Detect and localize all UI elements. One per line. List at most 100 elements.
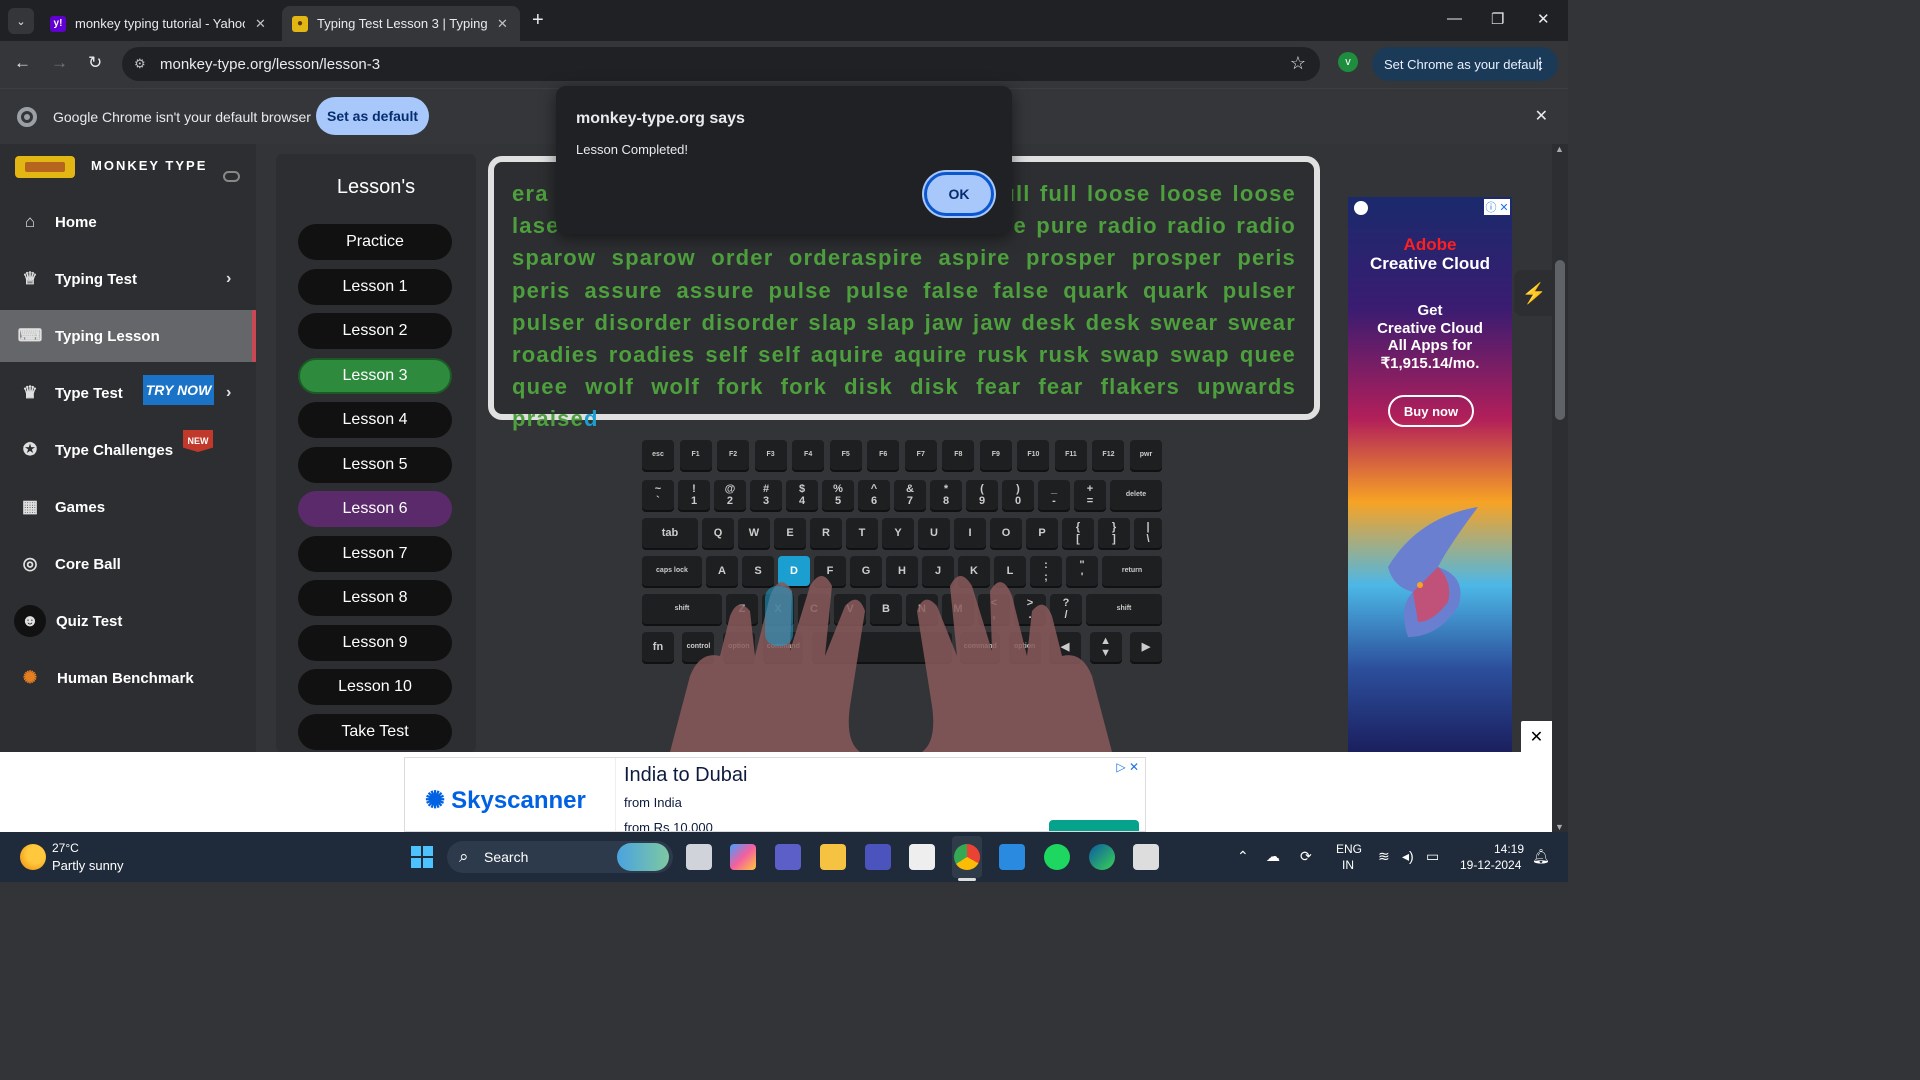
text-line-1-start: era bbox=[512, 181, 549, 206]
monkey-logo[interactable] bbox=[15, 156, 75, 178]
start-button[interactable] bbox=[411, 846, 433, 868]
key-@-2: @ 2 bbox=[714, 480, 746, 510]
search-highlight-image bbox=[617, 843, 669, 871]
profile-avatar[interactable]: v bbox=[1338, 52, 1358, 72]
sidebar-item-human-benchmark[interactable]: ✺ Human Benchmark bbox=[0, 652, 256, 704]
sync-icon[interactable]: ⟳ bbox=[1300, 848, 1312, 865]
key-▶: ▶ bbox=[1130, 632, 1162, 662]
lesson-4-button[interactable]: Lesson 4 bbox=[298, 402, 452, 438]
forward-button[interactable]: → bbox=[51, 53, 68, 73]
ad-cta-button[interactable] bbox=[1049, 820, 1139, 831]
lesson-6-button[interactable]: Lesson 6 bbox=[298, 491, 452, 527]
lesson-9-button[interactable]: Lesson 9 bbox=[298, 625, 452, 661]
address-bar[interactable]: ⚙ monkey-type.org/lesson/lesson-3 ☆ bbox=[122, 47, 1320, 81]
sidebar-item-core-ball[interactable]: ◎ Core Ball bbox=[0, 538, 256, 590]
scroll-up-icon[interactable]: ▲ bbox=[1555, 144, 1564, 154]
page-scrollbar[interactable]: ▲ ▼ bbox=[1552, 144, 1568, 832]
key-#-3: # 3 bbox=[750, 480, 782, 510]
sidebar-item-label: Typing Lesson bbox=[55, 327, 160, 345]
copilot-icon[interactable] bbox=[730, 844, 756, 870]
tab-yahoo[interactable]: y! monkey typing tutorial - Yahoo ✕ bbox=[40, 6, 276, 41]
key-P: P bbox=[1026, 518, 1058, 548]
key-O: O bbox=[990, 518, 1022, 548]
sidebar-item-type-test[interactable]: ♛ Type Test TRY NOW › bbox=[0, 367, 256, 419]
maximize-button[interactable]: ❐ bbox=[1491, 10, 1504, 28]
teams-icon[interactable] bbox=[775, 844, 801, 870]
scroll-down-icon[interactable]: ▼ bbox=[1555, 822, 1564, 832]
tray-overflow-icon[interactable]: ⌃ bbox=[1237, 848, 1249, 865]
tab-typing-lesson[interactable]: ● Typing Test Lesson 3 | Typing Te ✕ bbox=[282, 6, 520, 41]
key-_--: _ - bbox=[1038, 480, 1070, 510]
chrome-taskbar-icon[interactable] bbox=[954, 844, 980, 870]
infobar-close-icon[interactable]: ✕ bbox=[1535, 106, 1548, 126]
ad-buy-now-button[interactable]: Buy now bbox=[1388, 395, 1474, 427]
store-icon[interactable] bbox=[909, 844, 935, 870]
wifi-icon[interactable]: ≋ bbox=[1378, 848, 1390, 865]
reload-button[interactable]: ↻ bbox=[88, 53, 102, 73]
sidebar-item-typing-test[interactable]: ♕ Typing Test › bbox=[0, 253, 256, 305]
set-as-default-button[interactable]: Set as default bbox=[316, 97, 429, 135]
sidebar-item-games[interactable]: ▦ Games bbox=[0, 481, 256, 533]
close-icon[interactable]: ✕ bbox=[255, 16, 266, 32]
take-test-button[interactable]: Take Test bbox=[298, 714, 452, 750]
theme-toggle-icon[interactable] bbox=[223, 171, 240, 182]
taskbar-search[interactable]: ⌕ Search bbox=[447, 841, 673, 873]
app-icon[interactable] bbox=[865, 844, 891, 870]
spotify-icon[interactable] bbox=[1044, 844, 1070, 870]
sidebar-item-quiz-test[interactable]: ☻ Quiz Test bbox=[0, 595, 256, 647]
lesson-1-button[interactable]: Lesson 1 bbox=[298, 269, 452, 305]
file-explorer-icon[interactable] bbox=[820, 844, 846, 870]
scroll-thumb[interactable] bbox=[1555, 260, 1565, 420]
clock-time[interactable]: 14:19 bbox=[1494, 842, 1524, 856]
site-info-icon[interactable]: ⚙ bbox=[134, 56, 146, 72]
key-^-6: ^ 6 bbox=[858, 480, 890, 510]
set-chrome-default-button[interactable]: Set Chrome as your default ⋮ bbox=[1372, 47, 1558, 81]
onedrive-icon[interactable]: ☁ bbox=[1266, 848, 1280, 865]
lesson-10-button[interactable]: Lesson 10 bbox=[298, 669, 452, 705]
minimize-button[interactable]: — bbox=[1447, 10, 1462, 27]
ad-choices-icon[interactable]: ▷ ✕ bbox=[1116, 760, 1139, 774]
dialog-ok-button[interactable]: OK bbox=[924, 172, 994, 216]
lesson-8-button[interactable]: Lesson 8 bbox=[298, 580, 452, 616]
key-~-`: ~ ` bbox=[642, 480, 674, 510]
try-now-badge[interactable]: TRY NOW bbox=[143, 375, 214, 405]
key-%-5: % 5 bbox=[822, 480, 854, 510]
sidebar-item-home[interactable]: ⌂ Home bbox=[0, 196, 256, 248]
key-E: E bbox=[774, 518, 806, 548]
sidebar-item-type-challenges[interactable]: ✪ Type Challenges NEW bbox=[0, 424, 256, 476]
notification-bell-icon[interactable]: 🔔︎ bbox=[1532, 848, 1550, 865]
side-tool-icon[interactable]: ⚡ bbox=[1514, 270, 1554, 316]
weather-icon[interactable] bbox=[20, 844, 46, 870]
lang-eng[interactable]: ENG bbox=[1336, 842, 1362, 856]
chrome-menu-icon[interactable]: ⋮ bbox=[1532, 54, 1548, 74]
window-close-button[interactable]: ✕ bbox=[1537, 10, 1550, 28]
lesson-7-button[interactable]: Lesson 7 bbox=[298, 536, 452, 572]
bottom-ad-close-icon[interactable]: ✕ bbox=[1521, 721, 1552, 752]
lesson-5-button[interactable]: Lesson 5 bbox=[298, 447, 452, 483]
lesson-practice-button[interactable]: Practice bbox=[298, 224, 452, 260]
sidebar-item-typing-lesson[interactable]: ⌨ Typing Lesson bbox=[0, 310, 256, 362]
battery-icon[interactable]: ▭ bbox=[1426, 848, 1439, 865]
key-}-]: } ] bbox=[1098, 518, 1130, 548]
tab-search-button[interactable]: ⌄ bbox=[8, 8, 34, 34]
ad-choices-icon[interactable]: ⓘ ✕ bbox=[1484, 199, 1510, 215]
lesson-2-button[interactable]: Lesson 2 bbox=[298, 313, 452, 349]
bookmark-star-icon[interactable]: ☆ bbox=[1290, 53, 1306, 74]
back-button[interactable]: ← bbox=[14, 53, 31, 73]
volume-icon[interactable]: ◂) bbox=[1402, 848, 1414, 865]
close-icon[interactable]: ✕ bbox=[497, 16, 508, 32]
snipping-tool-icon[interactable] bbox=[1133, 844, 1159, 870]
edge-icon[interactable] bbox=[1089, 844, 1115, 870]
lang-in: IN bbox=[1342, 858, 1354, 872]
sidebar-item-label: Home bbox=[55, 213, 97, 231]
skyscanner-logo: ✺ Skyscanner bbox=[425, 787, 586, 814]
skyscanner-ad[interactable]: ✺ Skyscanner India to Dubai from India fr… bbox=[404, 757, 1146, 832]
vscode-icon[interactable] bbox=[999, 844, 1025, 870]
key-T: T bbox=[846, 518, 878, 548]
lesson-3-button[interactable]: Lesson 3 bbox=[298, 358, 452, 394]
key-F4: F4 bbox=[792, 440, 825, 470]
task-view-icon[interactable] bbox=[686, 844, 712, 870]
current-char: d bbox=[584, 406, 599, 432]
adobe-ad[interactable]: ⓘ ✕ Adobe Creative Cloud Get Creative Clo… bbox=[1348, 197, 1512, 752]
new-tab-button[interactable]: + bbox=[532, 9, 544, 32]
